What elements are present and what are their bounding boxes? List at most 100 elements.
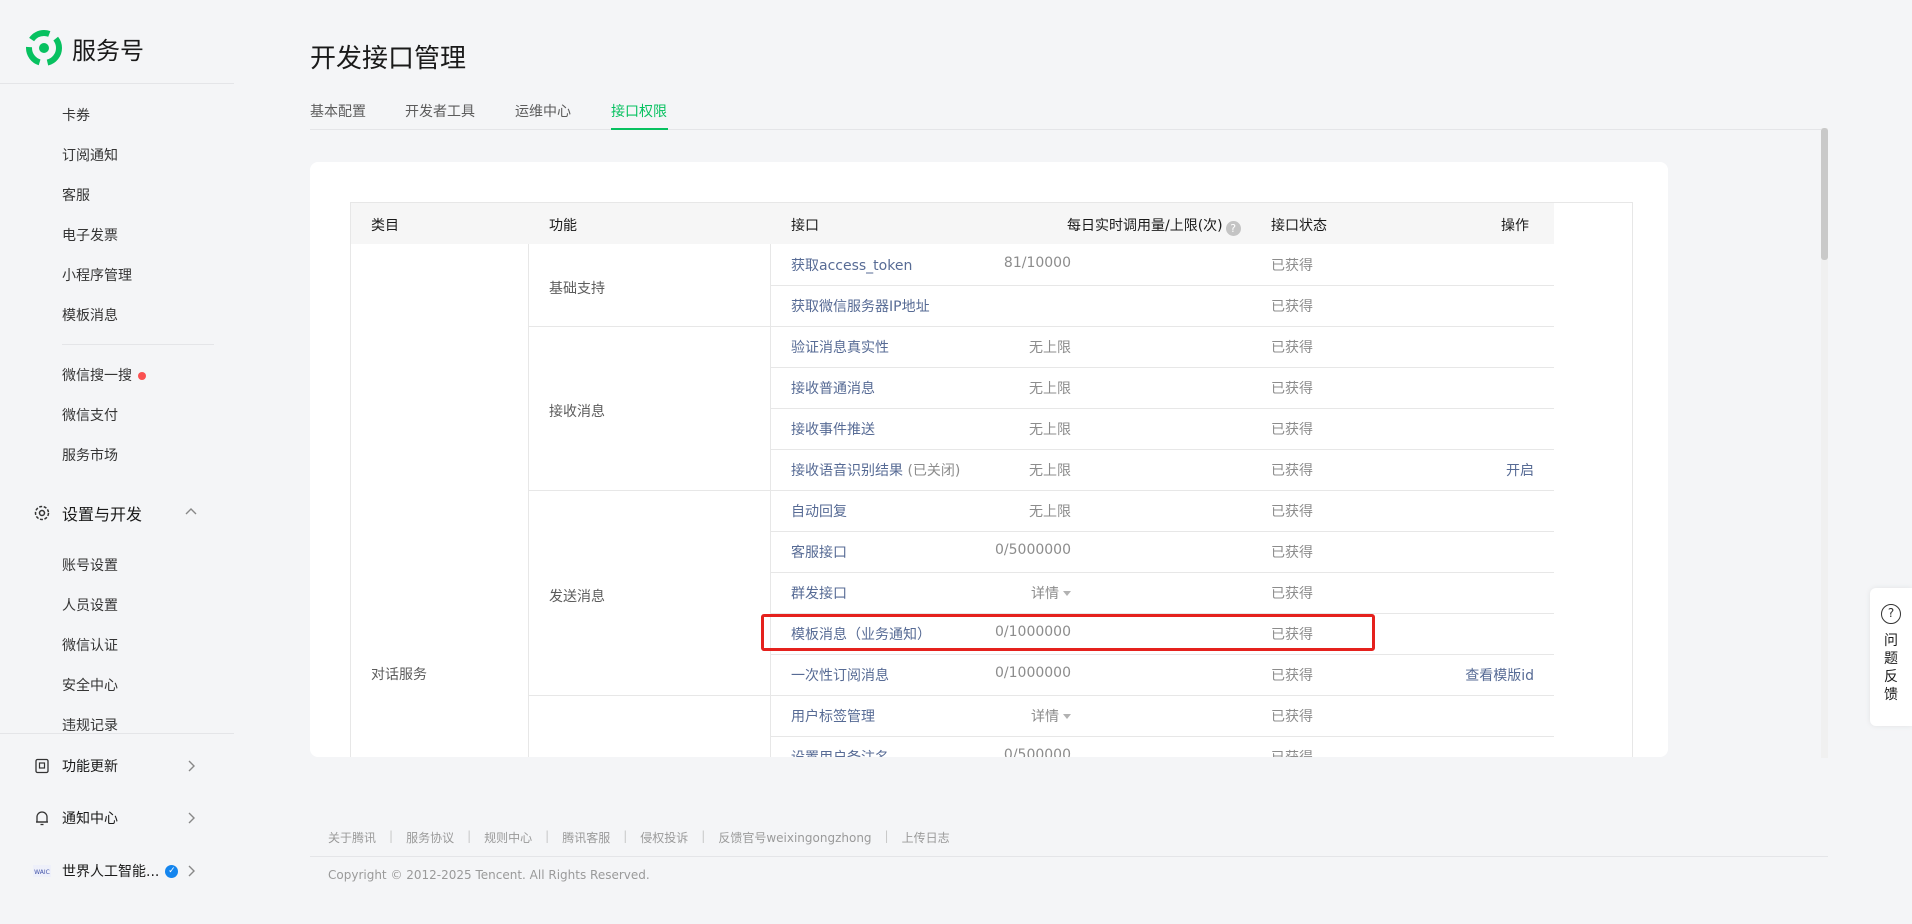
enable-button[interactable]: 开启 xyxy=(1414,460,1534,480)
sidebar-item-e-invoice[interactable]: 电子发票 xyxy=(62,225,118,245)
chevron-right-icon[interactable] xyxy=(183,863,199,879)
sidebar-item-member-settings[interactable]: 人员设置 xyxy=(62,595,118,615)
footer-link-upload-log[interactable]: 上传日志 xyxy=(902,829,950,846)
function-cell: 发送消息 xyxy=(549,589,605,605)
sidebar-item-wechat-search[interactable]: 微信搜一搜 xyxy=(62,365,146,385)
sidebar-item-miniprogram[interactable]: 小程序管理 xyxy=(62,265,132,285)
chevron-up-icon[interactable] xyxy=(183,503,199,519)
usage-value: 无上限 xyxy=(1029,381,1071,397)
status-value: 已获得 xyxy=(1271,586,1313,602)
footer-separator: | xyxy=(623,829,628,843)
sidebar-item-violation-records[interactable]: 违规记录 xyxy=(62,715,118,735)
notification-dot xyxy=(138,372,146,380)
chevron-right-icon[interactable] xyxy=(183,810,199,826)
api-link-server-ip[interactable]: 获取微信服务器IP地址 xyxy=(791,296,930,316)
usage-value: 无上限 xyxy=(1029,463,1071,479)
book-icon xyxy=(32,756,52,776)
api-link-user-tags[interactable]: 用户标签管理 xyxy=(791,706,875,726)
chevron-right-icon[interactable] xyxy=(183,758,199,774)
footer-separator: | xyxy=(701,829,706,843)
api-link-access-token[interactable]: 获取access_token xyxy=(791,255,912,275)
usage-value: 0/1000000 xyxy=(995,665,1071,681)
active-tab-indicator xyxy=(611,128,668,130)
footer-separator: | xyxy=(467,829,472,843)
brand-name: 服务号 xyxy=(72,36,144,65)
view-template-id-button[interactable]: 查看模版id xyxy=(1414,665,1534,685)
row-divider xyxy=(770,654,1554,655)
sidebar-item-label: 通知中心 xyxy=(62,811,118,827)
tab-api-permissions[interactable]: 接口权限 xyxy=(611,101,667,121)
column-divider xyxy=(528,244,529,757)
account-switcher[interactable]: WAIC 世界人工智能... ✓ xyxy=(32,861,179,881)
column-header-usage: 每日实时调用量/上限(次)? xyxy=(1067,215,1241,236)
column-header-status: 接口状态 xyxy=(1271,218,1327,234)
tab-ops-center[interactable]: 运维中心 xyxy=(515,101,571,121)
api-link-verify-message[interactable]: 验证消息真实性 xyxy=(791,337,889,357)
sidebar-item-template-message[interactable]: 模板消息 xyxy=(62,305,118,325)
sidebar-item-service-market[interactable]: 服务市场 xyxy=(62,445,118,465)
column-header-function: 功能 xyxy=(549,218,577,234)
details-dropdown[interactable]: 详情 xyxy=(901,583,1071,603)
sidebar-item-feature-updates[interactable]: 功能更新 xyxy=(32,756,118,776)
tab-bar: 基本配置 开发者工具 运维中心 接口权限 xyxy=(310,100,1825,130)
footer-separator: | xyxy=(884,829,889,843)
status-value: 已获得 xyxy=(1271,747,1313,757)
gear-icon xyxy=(32,503,52,523)
sidebar-item-notification-center[interactable]: 通知中心 xyxy=(32,808,118,828)
sidebar-item-wechat-pay[interactable]: 微信支付 xyxy=(62,405,118,425)
column-header-usage-label: 每日实时调用量/上限(次) xyxy=(1067,218,1223,234)
api-link-auto-reply[interactable]: 自动回复 xyxy=(791,501,847,521)
account-logo-icon: WAIC xyxy=(32,861,52,881)
api-link-customer-service[interactable]: 客服接口 xyxy=(791,542,847,562)
scrollbar-thumb[interactable] xyxy=(1821,128,1828,260)
api-link-mass-send[interactable]: 群发接口 xyxy=(791,583,847,603)
footer-link-feedback-account[interactable]: 反馈官号weixingongzhong xyxy=(718,829,871,846)
footer-link-support[interactable]: 腾讯客服 xyxy=(562,829,610,846)
tab-developer-tools[interactable]: 开发者工具 xyxy=(405,101,475,121)
question-icon: ? xyxy=(1881,604,1901,624)
feedback-button[interactable]: ? 问题反馈 xyxy=(1870,588,1912,726)
sidebar-item-security-center[interactable]: 安全中心 xyxy=(62,675,118,695)
group-divider xyxy=(528,490,1554,491)
api-link-receive-message[interactable]: 接收普通消息 xyxy=(791,378,875,398)
service-account-logo-icon xyxy=(26,30,62,66)
account-name: 世界人工智能... xyxy=(62,864,160,880)
sidebar: 服务号 卡券 订阅通知 客服 电子发票 小程序管理 模板消息 微信搜一搜 微信支… xyxy=(0,0,234,924)
tab-basic-config[interactable]: 基本配置 xyxy=(310,101,366,121)
status-value: 已获得 xyxy=(1271,668,1313,684)
column-divider xyxy=(770,244,771,757)
footer-link-complaint[interactable]: 侵权投诉 xyxy=(640,829,688,846)
sidebar-item-customer-service[interactable]: 客服 xyxy=(62,185,90,205)
caret-down-icon xyxy=(1063,591,1071,596)
api-link-event-push[interactable]: 接收事件推送 xyxy=(791,419,875,439)
api-link-one-time-subscribe[interactable]: 一次性订阅消息 xyxy=(791,665,889,685)
api-link-user-remark[interactable]: 设置用户备注名 xyxy=(791,747,889,757)
sidebar-item-cards[interactable]: 卡券 xyxy=(62,105,90,125)
help-icon[interactable]: ? xyxy=(1225,221,1241,236)
status-value: 已获得 xyxy=(1271,709,1313,725)
row-divider xyxy=(770,531,1554,532)
function-cell: 基础支持 xyxy=(549,281,605,297)
sidebar-item-wechat-verification[interactable]: 微信认证 xyxy=(62,635,118,655)
footer-link-rules[interactable]: 规则中心 xyxy=(484,829,532,846)
caret-down-icon xyxy=(1063,714,1071,719)
sidebar-group-settings-dev[interactable]: 设置与开发 xyxy=(32,501,142,525)
footer-separator: | xyxy=(389,829,394,843)
status-value: 已获得 xyxy=(1271,299,1313,315)
sidebar-item-label: 功能更新 xyxy=(62,759,118,775)
footer-link-about[interactable]: 关于腾讯 xyxy=(328,829,376,846)
highlight-box xyxy=(761,614,1375,651)
table-header: 类目 功能 接口 每日实时调用量/上限(次)? 接口状态 操作 xyxy=(351,203,1554,244)
sidebar-item-account-settings[interactable]: 账号设置 xyxy=(62,555,118,575)
group-divider xyxy=(528,326,1554,327)
row-divider xyxy=(770,449,1554,450)
sidebar-item-subscription-notice[interactable]: 订阅通知 xyxy=(62,145,118,165)
group-divider xyxy=(528,695,1554,696)
scrollbar[interactable] xyxy=(1821,128,1828,758)
status-value: 已获得 xyxy=(1271,258,1313,274)
footer-link-terms[interactable]: 服务协议 xyxy=(406,829,454,846)
details-dropdown[interactable]: 详情 xyxy=(901,706,1071,726)
brand[interactable]: 服务号 xyxy=(26,30,144,66)
usage-value: 0/500000 xyxy=(1003,747,1071,757)
sidebar-group-label: 设置与开发 xyxy=(62,505,143,524)
